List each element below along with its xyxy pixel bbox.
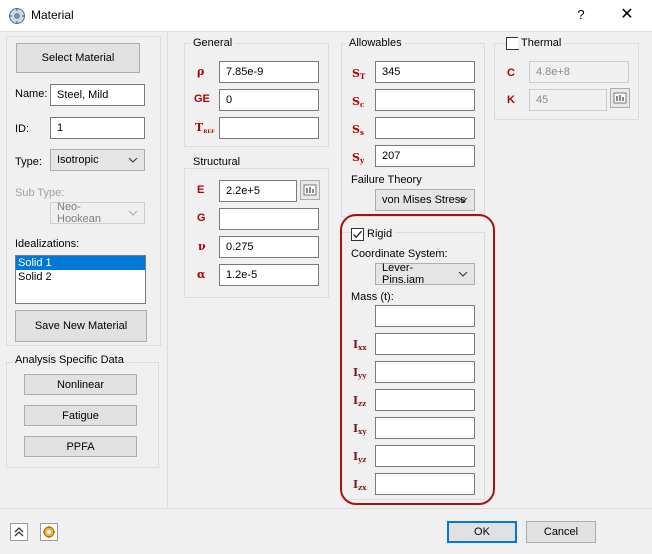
- nu-symbol: ν: [198, 240, 206, 253]
- left-panel-divider: [167, 31, 168, 509]
- k-symbol: K: [507, 94, 515, 106]
- tref-subscript: REF: [203, 129, 215, 135]
- name-field[interactable]: Steel, Mild: [50, 84, 145, 106]
- temperature-table-icon[interactable]: [610, 88, 630, 108]
- subtype-label: Sub Type:: [15, 187, 65, 199]
- compressive-allowable-field[interactable]: [375, 89, 475, 111]
- shear-modulus-field[interactable]: [219, 208, 319, 230]
- thermal-expansion-field[interactable]: 1.2e-5: [219, 264, 319, 286]
- idealizations-label: Idealizations:: [15, 238, 80, 250]
- save-new-material-button[interactable]: Save New Material: [15, 310, 147, 342]
- g-symbol: G: [197, 212, 206, 224]
- structural-title: Structural: [190, 156, 244, 168]
- settings-icon[interactable]: [40, 523, 58, 541]
- cancel-button[interactable]: Cancel: [526, 521, 596, 543]
- nonlinear-button[interactable]: Nonlinear: [24, 374, 137, 395]
- subtype-dropdown[interactable]: Neo-Hookean: [50, 201, 145, 225]
- temperature-table-icon[interactable]: [300, 180, 320, 200]
- chevron-down-icon: [128, 210, 138, 216]
- sc-subscript: c: [359, 100, 365, 109]
- alpha-symbol: α: [197, 268, 206, 281]
- sy-symbol: Sy: [352, 151, 364, 165]
- window-title: Material: [31, 8, 74, 22]
- e-symbol: E: [197, 184, 205, 196]
- select-material-button[interactable]: Select Material: [16, 43, 140, 73]
- ppfa-button[interactable]: PPFA: [24, 436, 137, 457]
- ss-symbol-letter: S: [352, 123, 360, 136]
- youngs-modulus-field[interactable]: 2.2e+5: [219, 180, 297, 202]
- type-label: Type:: [15, 156, 42, 168]
- rho-symbol: ρ: [197, 65, 205, 78]
- c-symbol: C: [507, 67, 515, 79]
- general-title: General: [190, 37, 236, 49]
- conductivity-field[interactable]: 45: [529, 89, 607, 111]
- yield-allowable-field[interactable]: 207: [375, 145, 475, 167]
- ok-button[interactable]: OK: [447, 521, 517, 543]
- specific-heat-field[interactable]: 4.8e+8: [529, 61, 629, 83]
- allowables-title: Allowables: [346, 37, 405, 49]
- ss-symbol: Ss: [352, 123, 364, 137]
- shear-allowable-field[interactable]: [375, 117, 475, 139]
- help-button[interactable]: ?: [566, 4, 596, 26]
- chevron-down-icon: [458, 197, 468, 203]
- failure-theory-dropdown[interactable]: von Mises Stress: [375, 189, 475, 211]
- poisson-ratio-field[interactable]: 0.275: [219, 236, 319, 258]
- ge-symbol: GE: [194, 93, 210, 105]
- analysis-specific-title: Analysis Specific Data: [12, 354, 127, 366]
- sy-symbol-letter: S: [352, 151, 360, 164]
- tref-symbol: TREF: [195, 121, 215, 135]
- collapse-icon[interactable]: [10, 523, 28, 541]
- chevron-down-icon: [128, 157, 138, 163]
- subtype-value: Neo-Hookean: [57, 201, 102, 225]
- id-field[interactable]: 1: [50, 117, 145, 139]
- footer-divider: [0, 508, 652, 509]
- tensile-allowable-field[interactable]: 345: [375, 61, 475, 83]
- ge-field[interactable]: 0: [219, 89, 319, 111]
- close-button[interactable]: ✕: [612, 3, 642, 27]
- fatigue-button[interactable]: Fatigue: [24, 405, 137, 426]
- id-label: ID:: [15, 123, 30, 135]
- idealizations-list[interactable]: Solid 1 Solid 2: [15, 255, 146, 304]
- failure-theory-value: von Mises Stress: [382, 194, 466, 206]
- name-label: Name:: [15, 88, 48, 100]
- sc-symbol: Sc: [352, 95, 364, 109]
- type-value: Isotropic: [57, 154, 99, 166]
- sc-symbol-letter: S: [352, 95, 360, 108]
- density-field[interactable]: 7.85e-9: [219, 61, 319, 83]
- tref-field[interactable]: [219, 117, 319, 139]
- tref-symbol-letter: T: [195, 121, 204, 134]
- sy-subscript: y: [359, 156, 365, 165]
- ss-subscript: s: [359, 128, 364, 137]
- material-app-icon: [8, 7, 26, 25]
- st-symbol-letter: S: [352, 67, 360, 80]
- failure-theory-label: Failure Theory: [351, 174, 422, 186]
- thermal-title: Thermal: [518, 37, 565, 49]
- list-item[interactable]: Solid 2: [16, 270, 145, 284]
- st-symbol: ST: [352, 67, 365, 81]
- title-bar: Material ? ✕: [0, 0, 652, 31]
- list-item[interactable]: Solid 1: [16, 256, 145, 270]
- st-subscript: T: [359, 72, 366, 81]
- rigid-highlight-outline: [340, 214, 495, 505]
- type-dropdown[interactable]: Isotropic: [50, 149, 145, 171]
